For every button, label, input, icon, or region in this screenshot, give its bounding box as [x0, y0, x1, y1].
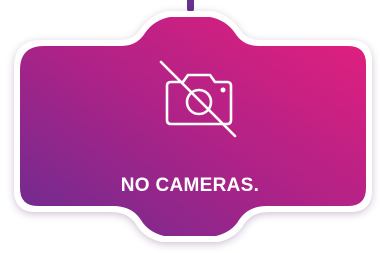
camera-off-icon	[159, 60, 237, 138]
no-cameras-label: NO CAMERAS.	[120, 175, 260, 196]
no-cameras-card: NO CAMERAS.	[0, 0, 380, 253]
